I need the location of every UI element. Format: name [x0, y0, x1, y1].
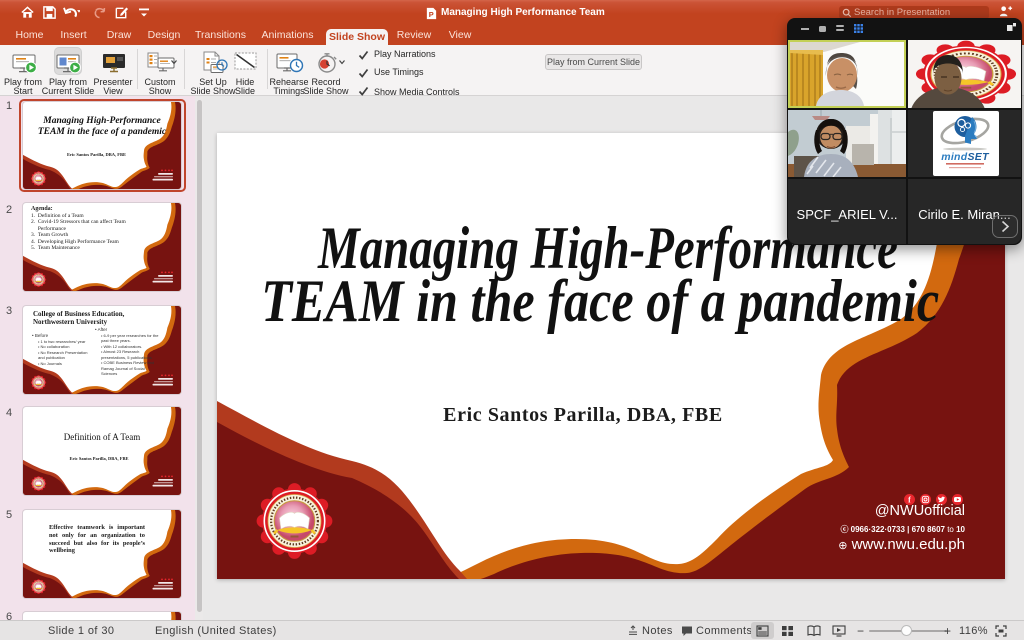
svg-text:P: P [429, 10, 434, 19]
svg-text:mindSET: mindSET [941, 151, 990, 163]
